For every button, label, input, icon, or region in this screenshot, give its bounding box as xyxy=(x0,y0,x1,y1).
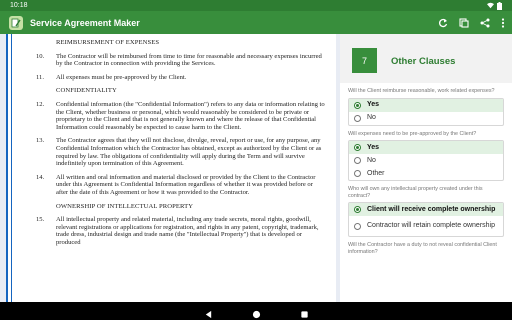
app-title: Service Agreement Maker xyxy=(30,17,140,28)
option-label: No xyxy=(367,156,376,164)
option-yes[interactable]: Yes xyxy=(349,141,503,154)
paragraph-number: 15. xyxy=(36,216,45,224)
copy-icon[interactable] xyxy=(459,17,469,28)
option-client-ownership[interactable]: Client will receive complete ownership xyxy=(349,203,503,216)
paragraph-number xyxy=(8,39,56,47)
more-vert-icon[interactable] xyxy=(501,17,505,28)
question-confidentiality: Will the Contractor have a duty to not r… xyxy=(340,242,512,255)
section-heading: OWNERSHIP OF INTELLECTUAL PROPERTY xyxy=(56,202,194,210)
doc-paragraph: REIMBURSEMENT OF EXPENSES xyxy=(8,39,338,47)
option-yes[interactable]: Yes xyxy=(349,98,503,112)
status-time: 10:18 xyxy=(10,2,28,9)
doc-paragraph: 10. The Contractor will be reimbursed fr… xyxy=(8,53,338,68)
paragraph-number: 11. xyxy=(36,73,44,81)
paragraph-number: 14. xyxy=(36,173,45,181)
paragraph-number xyxy=(8,203,56,211)
questionnaire-panel: 7 Other Clauses Will the Client reimburs… xyxy=(340,34,512,302)
option-no[interactable]: No xyxy=(349,112,503,125)
app-logo-icon xyxy=(9,15,23,30)
section-heading: CONFIDENTIALITY xyxy=(56,87,117,95)
radio-selected-icon[interactable] xyxy=(354,144,361,151)
paragraph-number: 13. xyxy=(36,137,45,145)
doc-paragraph: 11. All expenses must be pre-approved by… xyxy=(8,74,338,82)
home-icon[interactable] xyxy=(252,306,261,320)
radio-group: Client will receive complete ownership C… xyxy=(348,202,504,237)
doc-paragraph: 12. Confidential information (the "Confi… xyxy=(8,101,338,131)
paragraph-text: The Contractor agrees that they will not… xyxy=(56,137,322,168)
doc-paragraph: 15. All intellectual property and relate… xyxy=(8,216,338,246)
paragraph-text: The Contractor will be reimbursed from t… xyxy=(56,52,322,68)
back-icon[interactable] xyxy=(204,306,213,320)
question-label: Will the Contractor have a duty to not r… xyxy=(348,242,497,255)
option-label: No xyxy=(367,114,376,122)
radio-group: Yes No xyxy=(348,97,504,126)
paragraph-text: Confidential information (the "Confident… xyxy=(56,100,325,131)
recents-icon[interactable] xyxy=(300,306,309,320)
doc-paragraph: 13. The Contractor agrees that they will… xyxy=(8,137,338,167)
paragraph-number xyxy=(8,87,56,95)
section-heading: REIMBURSEMENT OF EXPENSES xyxy=(56,39,160,46)
radio-selected-icon[interactable] xyxy=(354,101,361,109)
question-label: Will the Client reimburse reasonable, wo… xyxy=(348,88,495,94)
section-header: 7 Other Clauses xyxy=(340,34,512,83)
wifi-icon xyxy=(487,2,494,9)
battery-icon xyxy=(497,2,504,10)
doc-paragraph: CONFIDENTIALITY xyxy=(8,87,338,95)
document-text: REIMBURSEMENT OF EXPENSES 10. The Contra… xyxy=(8,39,338,252)
doc-paragraph: OWNERSHIP OF INTELLECTUAL PROPERTY xyxy=(8,203,338,211)
radio-unselected-icon[interactable] xyxy=(354,170,361,177)
share-icon[interactable] xyxy=(480,18,490,28)
option-label: Contractor will retain complete ownershi… xyxy=(367,222,495,230)
refresh-icon[interactable] xyxy=(438,18,448,28)
question-ip-ownership: Who will own any intellectual property c… xyxy=(340,186,512,237)
app-bar: Service Agreement Maker xyxy=(0,11,512,34)
option-label: Other xyxy=(367,169,385,177)
radio-unselected-icon[interactable] xyxy=(354,157,361,164)
radio-unselected-icon[interactable] xyxy=(354,114,361,122)
option-label: Yes xyxy=(367,143,380,151)
question-label: Who will own any intellectual property c… xyxy=(348,186,483,199)
option-no[interactable]: No xyxy=(349,154,503,167)
section-number-badge: 7 xyxy=(352,48,377,73)
radio-group: Yes No Other xyxy=(348,140,504,181)
navigation-bar xyxy=(0,302,512,320)
radio-unselected-icon[interactable] xyxy=(354,222,361,230)
option-other[interactable]: Other xyxy=(349,167,503,180)
question-preapproved-expenses: Will expenses need to be pre-approved by… xyxy=(340,130,512,181)
status-bar: 10:18 xyxy=(0,0,512,11)
paragraph-text: All intellectual property and related ma… xyxy=(56,216,319,246)
question-label: Will expenses need to be pre-approved by… xyxy=(348,130,477,137)
option-label: Client will receive complete ownership xyxy=(367,205,496,213)
document-page: REIMBURSEMENT OF EXPENSES 10. The Contra… xyxy=(6,34,336,302)
paragraph-number: 10. xyxy=(36,52,45,60)
section-title: Other Clauses xyxy=(391,56,456,67)
option-label: Yes xyxy=(367,101,380,109)
paragraph-text: All written and oral information and mat… xyxy=(56,173,316,196)
paragraph-text: All expenses must be pre-approved by the… xyxy=(56,73,187,81)
option-contractor-ownership[interactable]: Contractor will retain complete ownershi… xyxy=(349,216,503,236)
paragraph-number: 12. xyxy=(36,100,45,108)
radio-selected-icon[interactable] xyxy=(354,206,361,213)
question-reimburse-expenses: Will the Client reimburse reasonable, wo… xyxy=(340,88,512,126)
doc-paragraph: 14. All written and oral information and… xyxy=(8,174,338,197)
document-preview[interactable]: REIMBURSEMENT OF EXPENSES 10. The Contra… xyxy=(0,34,340,302)
